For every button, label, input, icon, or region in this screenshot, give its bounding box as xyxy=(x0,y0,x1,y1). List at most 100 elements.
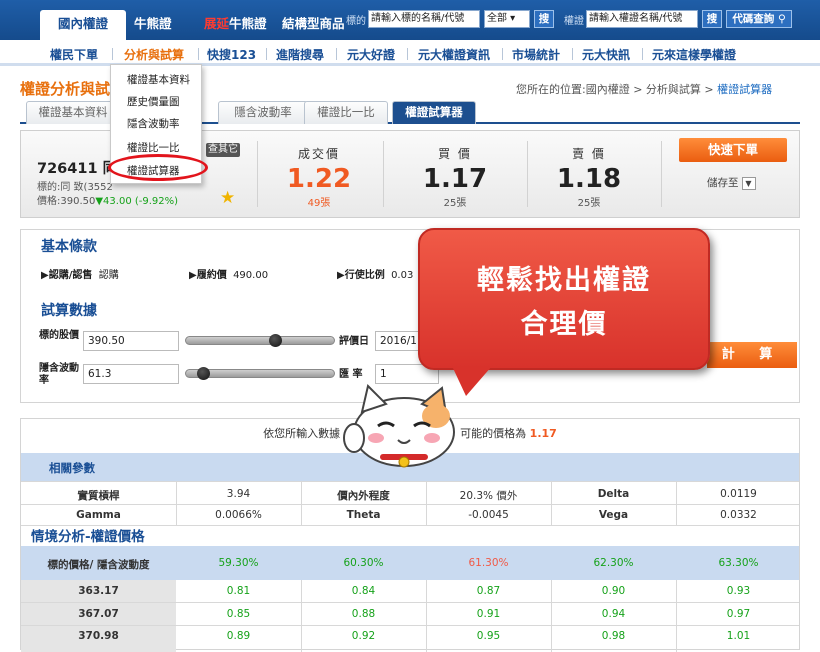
ask-volume: 25張 xyxy=(577,198,601,209)
scenario-value: 0.92 xyxy=(351,630,376,642)
ask-value: 1.18 xyxy=(556,164,622,194)
divider xyxy=(257,141,258,207)
breadcrumb-path: 您所在的位置:國內權證 > 分析與試算 > xyxy=(516,83,718,96)
calculate-button[interactable]: 計 算 xyxy=(707,342,797,368)
divider xyxy=(21,504,799,505)
scenario-header-iv: 59.30% xyxy=(218,557,259,569)
ratio-label: ▶行使比例 xyxy=(337,270,385,281)
param-value: -0.0045 xyxy=(468,509,509,521)
scenario-value: 0.93 xyxy=(726,585,751,597)
save-to[interactable]: 儲存至 ▼ xyxy=(707,175,756,190)
params-title: 相關參數 xyxy=(49,461,95,475)
strike-term: ▶履約價 490.00 xyxy=(189,266,268,281)
implied-volatility-input[interactable]: 61.3 xyxy=(83,364,179,384)
breadcrumb: 您所在的位置:國內權證 > 分析與試算 > 權證試算器 xyxy=(516,81,772,97)
subnav-divider xyxy=(572,48,573,60)
extended-suffix: 牛熊證 xyxy=(229,16,267,31)
chevron-down-icon[interactable]: ▼ xyxy=(741,176,756,190)
warrant-search-button[interactable]: 搜 xyxy=(702,10,722,28)
underlying-search-button[interactable]: 搜 xyxy=(534,10,554,28)
underlying-price-input[interactable]: 390.50 xyxy=(83,331,179,351)
slider-knob[interactable] xyxy=(197,367,210,380)
basic-terms-title: 基本條款 xyxy=(41,239,97,255)
subnav-item-learn[interactable]: 元來這樣學權證 xyxy=(652,46,736,63)
scenario-header-iv: 60.30% xyxy=(343,557,384,569)
scenario-value: 1.01 xyxy=(726,630,751,642)
menu-item-compare[interactable]: 權證比一比 xyxy=(127,140,180,155)
divider xyxy=(527,141,528,207)
star-icon[interactable]: ★ xyxy=(220,189,235,207)
scenario-value: 0.94 xyxy=(601,608,626,620)
subnav-divider xyxy=(502,48,503,60)
last-price-value: 1.22 xyxy=(286,164,352,194)
ratio-term: ▶行使比例 0.03 xyxy=(337,266,413,281)
underlying-price-slider[interactable] xyxy=(185,336,335,345)
ratio-value: 0.03 xyxy=(391,270,414,281)
scenario-price: 367.07 xyxy=(78,608,119,620)
mascot-cat-image xyxy=(343,384,455,468)
scenario-value: 0.90 xyxy=(601,585,626,597)
subnav-item-quick-search[interactable]: 快搜123 xyxy=(207,46,256,63)
warrant-search-input[interactable]: 請輸入權證名稱/代號 xyxy=(586,10,698,28)
last-volume: 49張 xyxy=(307,198,331,209)
promo-callout: 輕鬆找出權證 合理價 xyxy=(418,228,710,370)
underlying-search-label: 標的 xyxy=(346,16,366,27)
underlying-search-input[interactable]: 請輸入標的名稱/代號 xyxy=(368,10,480,28)
implied-volatility-label: 隱含波動率 xyxy=(39,363,79,386)
param-label: 實質槓桿 xyxy=(77,490,120,502)
subnav-item-analysis[interactable]: 分析與試算 xyxy=(124,46,184,63)
param-label: Delta xyxy=(597,488,630,500)
scenario-value: 0.85 xyxy=(226,608,251,620)
menu-item-basic-info[interactable]: 權證基本資料 xyxy=(127,72,190,87)
scenario-title: 情境分析-權證價格 xyxy=(31,529,145,545)
menu-item-implied-volatility[interactable]: 隱含波動率 xyxy=(127,116,180,131)
param-label: Vega xyxy=(598,509,629,521)
type-value: 認購 xyxy=(98,270,119,281)
tab-extended-bull-bear[interactable]: 展延牛熊證 xyxy=(196,10,275,40)
scenario-header-iv-current: 61.30% xyxy=(468,557,509,569)
subnav-item-advanced-search[interactable]: 進階搜尋 xyxy=(276,46,324,63)
scenario-value: 0.89 xyxy=(226,630,251,642)
bid-label: 買 價 xyxy=(438,147,472,161)
warrant-search-label: 權證 xyxy=(564,16,584,27)
subnav-item-good-warrants[interactable]: 元大好證 xyxy=(347,46,395,63)
param-label: 價內外程度 xyxy=(337,490,390,502)
tab-implied-volatility[interactable]: 隱含波動率 xyxy=(218,101,308,124)
tab-bull-bear[interactable]: 牛熊證 xyxy=(126,10,180,40)
last-price-label: 成交價 xyxy=(297,147,340,161)
tab-compare[interactable]: 權證比一比 xyxy=(304,101,388,124)
divider xyxy=(21,602,799,603)
breadcrumb-current[interactable]: 權證試算器 xyxy=(717,83,772,96)
tab-basic-info[interactable]: 權證基本資料 xyxy=(26,101,120,124)
tab-domestic-warrant[interactable]: 國內權證 xyxy=(40,10,126,40)
strike-label: ▶履約價 xyxy=(189,270,227,281)
result-summary-suffix: 可能的價格為 xyxy=(460,427,527,440)
subnav-divider xyxy=(266,48,267,60)
subnav-item-order[interactable]: 權民下單 xyxy=(50,46,98,63)
scenario-value: 0.95 xyxy=(476,630,501,642)
code-lookup-button[interactable]: 代碼查詢 ⚲ xyxy=(726,10,792,28)
bid-volume: 25張 xyxy=(443,198,467,209)
page-title: 權證分析與試 xyxy=(20,80,111,98)
quick-order-button[interactable]: 快速下單 xyxy=(679,138,787,162)
scenario-price: 363.17 xyxy=(78,585,119,597)
tab-structured-products[interactable]: 結構型商品 xyxy=(274,10,353,40)
code-lookup-label: 代碼查詢 xyxy=(732,13,775,25)
tab-calculator[interactable]: 權證試算器 xyxy=(392,101,476,124)
slider-knob[interactable] xyxy=(269,334,282,347)
scenario-value: 0.81 xyxy=(226,585,251,597)
result-summary-prefix: 依您所輸入數據 xyxy=(263,427,341,440)
other-badge[interactable]: 查其它 xyxy=(206,143,240,157)
scenario-value: 0.98 xyxy=(601,630,626,642)
underlying-price-label: 標的股價 xyxy=(39,330,79,341)
menu-item-price-chart[interactable]: 歷史價量圖 xyxy=(127,94,180,109)
calc-data-title: 試算數據 xyxy=(41,303,97,319)
market-select[interactable]: 全部 ▾ xyxy=(484,10,530,28)
subnav-divider xyxy=(112,48,113,60)
top-nav-bar: 國內權證 牛熊證 展延牛熊證 結構型商品 標的 請輸入標的名稱/代號 全部 ▾ … xyxy=(0,0,820,40)
subnav-item-market-stats[interactable]: 市場統計 xyxy=(512,46,560,63)
subnav-item-news[interactable]: 元大快訊 xyxy=(582,46,630,63)
save-to-label: 儲存至 xyxy=(707,177,739,189)
scenario-value: 0.91 xyxy=(476,608,501,620)
subnav-item-warrant-info[interactable]: 元大權證資訊 xyxy=(418,46,490,63)
